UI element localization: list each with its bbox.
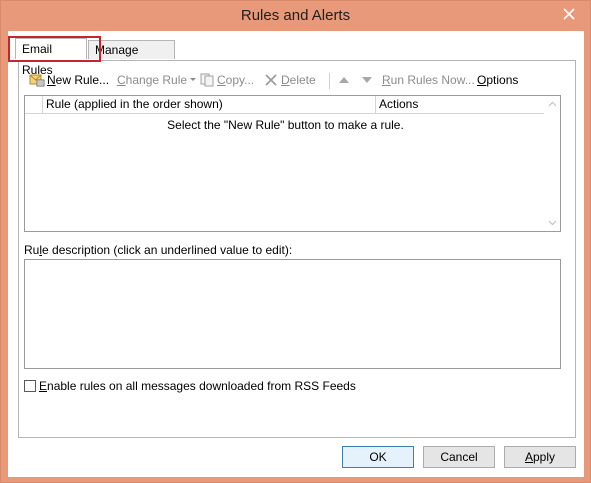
dialog-client-area: Email Rules Manage Alerts New Rule... Ch… [8,31,584,477]
delete-icon [265,74,277,86]
column-header-rule[interactable]: Rule (applied in the order shown) [42,96,376,113]
chevron-down-icon [190,78,197,81]
change-rule-button[interactable]: Change Rule [117,70,197,90]
rules-list-scrollbar[interactable] [544,96,560,231]
move-down-button[interactable] [361,70,373,90]
tab-email-rules-label: Email Rules [22,42,53,77]
title-bar[interactable]: Rules and Alerts [1,1,590,31]
email-rules-panel: New Rule... Change Rule Copy... Delete [18,60,576,438]
change-rule-rest: hange Rule [125,73,188,87]
close-button[interactable] [556,5,582,23]
ok-button[interactable]: OK [342,446,414,468]
run-rules-accel: R [382,73,391,87]
copy-rest: opy... [225,73,255,87]
change-rule-accel: C [117,73,126,87]
options-rest: ptions [486,73,519,87]
copy-icon [200,73,214,87]
delete-button[interactable]: Delete [264,70,316,90]
copy-label: Copy... [217,70,254,90]
rule-description-label-post: e description (click an underlined value… [42,243,293,257]
tab-email-rules[interactable]: Email Rules [15,38,87,77]
scroll-up-button[interactable] [544,96,560,112]
rules-and-alerts-window: Rules and Alerts Email Rules Manage Aler… [0,0,591,483]
cancel-button[interactable]: Cancel [423,446,495,468]
options-button[interactable]: Options [477,70,518,90]
run-rules-now-button[interactable]: Run Rules Now... [382,70,475,90]
rss-rules-checkbox[interactable] [24,380,36,392]
window-title: Rules and Alerts [240,7,351,24]
rule-description-label-pre: Ru [24,243,40,257]
change-rule-label: Change Rule [117,70,187,90]
chevron-up-icon [548,101,556,107]
options-label: Options [477,70,518,90]
rss-rules-rest: nable rules on all messages downloaded f… [47,379,356,393]
tab-manage-alerts[interactable]: Manage Alerts [88,40,175,75]
scroll-down-button[interactable] [544,215,560,231]
toolbar-separator [329,73,330,89]
run-rules-rest: un Rules Now... [390,73,475,87]
arrow-down-icon [362,77,372,83]
rss-rules-option[interactable]: Enable rules on all messages downloaded … [24,379,356,393]
apply-accel: A [524,450,533,464]
new-rule-rest: ew Rule... [55,73,110,87]
rules-list-header: Rule (applied in the order shown) Action… [25,96,546,114]
move-up-button[interactable] [338,70,350,90]
new-rule-label: New Rule... [47,70,109,90]
rules-list[interactable]: Rule (applied in the order shown) Action… [24,95,561,232]
copy-button[interactable]: Copy... [200,70,254,90]
copy-accel: C [217,73,226,87]
run-rules-label: Run Rules Now... [382,70,475,90]
rule-description-box[interactable] [24,259,561,369]
column-header-actions[interactable]: Actions [376,96,546,113]
rule-description-label: Rule description (click an underlined va… [24,243,292,257]
rss-rules-accel: E [39,379,48,393]
arrow-up-icon [339,77,349,83]
delete-rest: elete [289,73,316,87]
chevron-down-icon [548,220,556,226]
delete-label: Delete [281,70,316,90]
rss-rules-label: Enable rules on all messages downloaded … [39,379,356,393]
apply-button[interactable]: Apply [504,446,576,468]
empty-rules-message: Select the "New Rule" button to make a r… [167,118,404,132]
close-icon [563,8,575,20]
options-accel: O [477,73,487,87]
delete-accel: D [281,73,290,87]
apply-rest: pply [533,450,556,464]
